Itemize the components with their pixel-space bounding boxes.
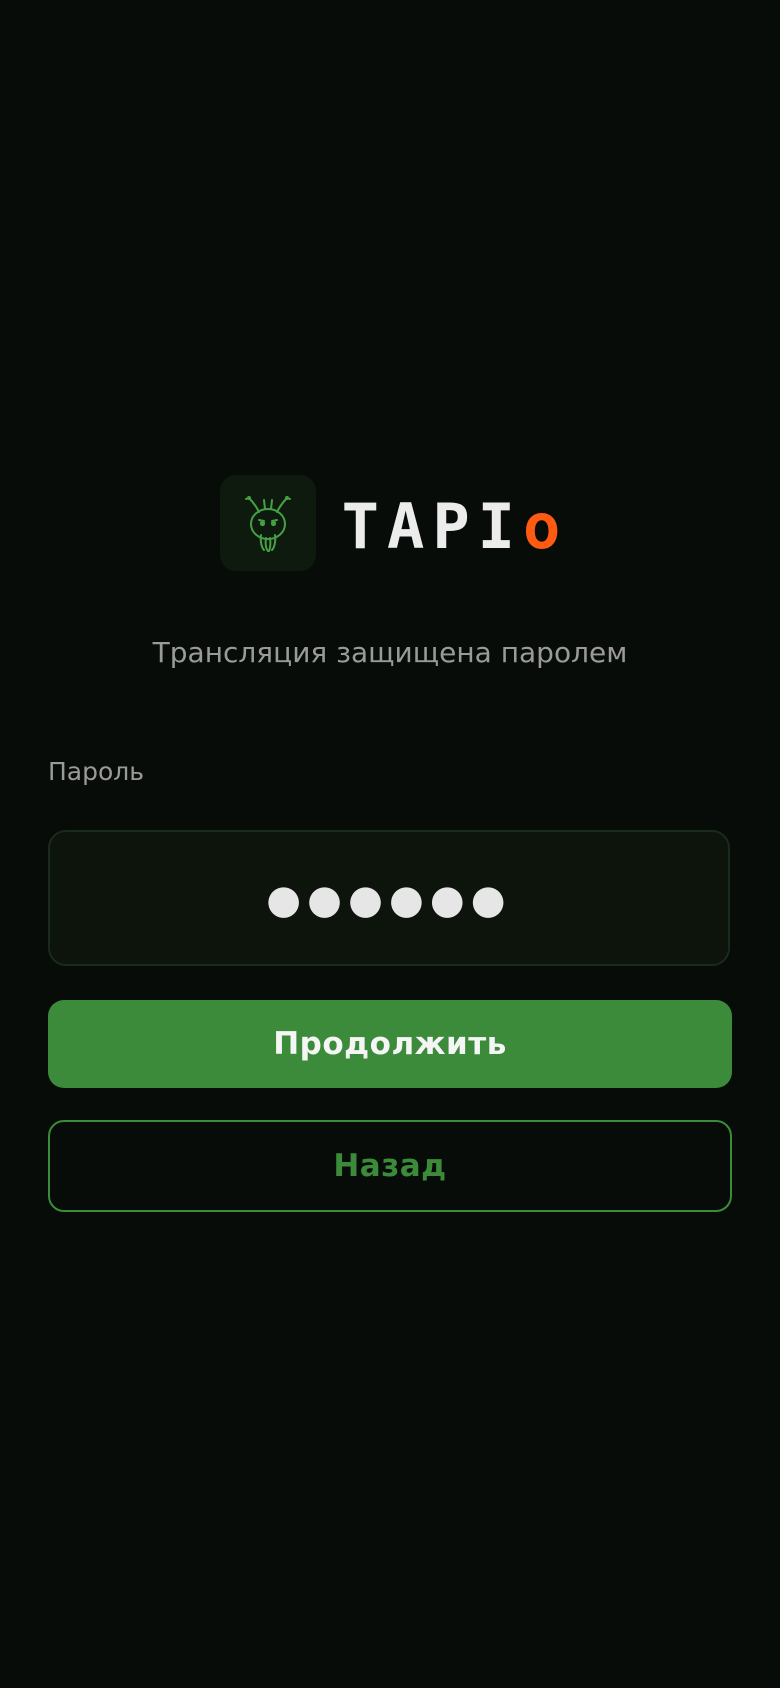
logo-wordmark-accent: o (522, 490, 561, 563)
continue-button[interactable]: Продолжить (48, 1000, 732, 1088)
app-icon (219, 475, 316, 571)
password-input[interactable]: ●●●●●● (48, 830, 730, 966)
password-label: Пароль (48, 757, 144, 786)
logo-wordmark-main: TAPI (341, 490, 523, 563)
back-button[interactable]: Назад (48, 1120, 732, 1212)
page-subtitle: Трансляция защищена паролем (152, 636, 628, 669)
horned-creature-logo-icon (244, 496, 291, 552)
logo-wordmark: TAPI o (342, 496, 561, 558)
logo: TAPI o (0, 475, 780, 571)
password-masked-value: ●●●●●● (266, 877, 512, 923)
